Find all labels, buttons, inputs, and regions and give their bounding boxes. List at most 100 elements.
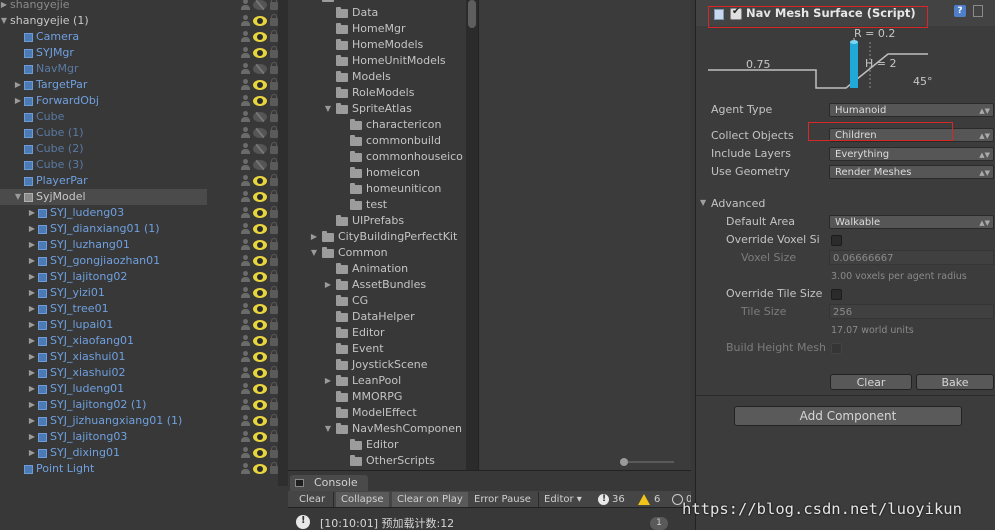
pickable-toggle-icon[interactable] bbox=[240, 367, 250, 379]
clear-navmesh-button[interactable]: Clear bbox=[830, 374, 912, 390]
visibility-eye-icon[interactable] bbox=[253, 368, 267, 378]
hierarchy-row[interactable]: PlayerPar bbox=[0, 173, 278, 189]
chevron-down-icon[interactable]: ▼ bbox=[323, 101, 333, 117]
visibility-eye-icon[interactable] bbox=[253, 384, 267, 394]
hierarchy-row[interactable]: Cube (2) bbox=[0, 141, 278, 157]
visibility-eye-icon[interactable] bbox=[253, 240, 267, 250]
project-tree-scroll-thumb[interactable] bbox=[468, 0, 476, 28]
visibility-eye-icon[interactable] bbox=[253, 352, 267, 362]
chevron-down-icon[interactable]: ▼ bbox=[13, 189, 23, 205]
hierarchy-row[interactable]: ▶ SYJ_dixing01 bbox=[0, 445, 278, 461]
pickable-toggle-icon[interactable] bbox=[240, 191, 250, 203]
console-log-entry[interactable]: [10:10:01] 预加载计数:12 1 bbox=[288, 512, 691, 530]
chevron-right-icon[interactable]: ▶ bbox=[27, 333, 37, 349]
chevron-right-icon[interactable]: ▶ bbox=[27, 237, 37, 253]
project-content-area[interactable] bbox=[478, 0, 691, 470]
chevron-right-icon[interactable]: ▶ bbox=[27, 205, 37, 221]
chevron-right-icon[interactable]: ▶ bbox=[27, 221, 37, 237]
lock-icon[interactable] bbox=[270, 46, 278, 58]
visibility-eye-icon[interactable] bbox=[253, 112, 267, 122]
lock-icon[interactable] bbox=[270, 110, 278, 122]
pickable-toggle-icon[interactable] bbox=[240, 431, 250, 443]
lock-icon[interactable] bbox=[270, 78, 278, 90]
hierarchy-row[interactable]: ▶ TargetPar bbox=[0, 77, 278, 93]
pickable-toggle-icon[interactable] bbox=[240, 31, 250, 43]
chevron-down-icon[interactable]: ▼ bbox=[0, 13, 9, 29]
hierarchy-row[interactable]: SYJMgr bbox=[0, 45, 278, 61]
pickable-toggle-icon[interactable] bbox=[240, 127, 250, 139]
hierarchy-row[interactable]: ▶ SYJ_lajitong02 bbox=[0, 269, 278, 285]
console-clear-button[interactable]: Clear bbox=[294, 492, 330, 507]
visibility-eye-icon[interactable] bbox=[253, 464, 267, 474]
visibility-eye-icon[interactable] bbox=[253, 192, 267, 202]
chevron-right-icon[interactable]: ▶ bbox=[27, 269, 37, 285]
hierarchy-scrollbar[interactable] bbox=[278, 0, 288, 486]
default-area-dropdown[interactable]: Walkable ▲▼ bbox=[829, 215, 994, 229]
pickable-toggle-icon[interactable] bbox=[240, 255, 250, 267]
chevron-down-icon[interactable]: ▼ bbox=[700, 198, 710, 207]
pickable-toggle-icon[interactable] bbox=[240, 47, 250, 59]
use-geometry-dropdown[interactable]: Render Meshes ▲▼ bbox=[829, 165, 994, 179]
console-editor-dropdown[interactable]: Editor ▾ bbox=[539, 492, 587, 507]
chevron-right-icon[interactable]: ▶ bbox=[323, 373, 333, 389]
pickable-toggle-icon[interactable] bbox=[240, 383, 250, 395]
pickable-toggle-icon[interactable] bbox=[240, 287, 250, 299]
asset-zoom-slider[interactable] bbox=[620, 458, 676, 466]
pickable-toggle-icon[interactable] bbox=[240, 271, 250, 283]
chevron-right-icon[interactable]: ▶ bbox=[13, 77, 23, 93]
lock-icon[interactable] bbox=[270, 14, 278, 26]
agent-type-dropdown[interactable]: Humanoid ▲▼ bbox=[829, 103, 994, 117]
include-layers-dropdown[interactable]: Everything ▲▼ bbox=[829, 147, 994, 161]
hierarchy-row[interactable]: Cube bbox=[0, 109, 278, 125]
chevron-right-icon[interactable]: ▶ bbox=[0, 0, 9, 13]
hierarchy-row[interactable]: ▶ SYJ_lajitong02 (1) bbox=[0, 397, 278, 413]
pickable-toggle-icon[interactable] bbox=[240, 143, 250, 155]
chevron-right-icon[interactable]: ▶ bbox=[27, 429, 37, 445]
pickable-toggle-icon[interactable] bbox=[240, 239, 250, 251]
pickable-toggle-icon[interactable] bbox=[240, 79, 250, 91]
chevron-down-icon[interactable]: ▼ bbox=[309, 245, 319, 261]
hierarchy-row[interactable]: Cube (3) bbox=[0, 157, 278, 173]
chevron-right-icon[interactable]: ▶ bbox=[13, 93, 23, 109]
warning-count-toggle[interactable]: 6 bbox=[638, 492, 664, 507]
visibility-eye-icon[interactable] bbox=[253, 0, 267, 10]
lock-icon[interactable] bbox=[270, 366, 278, 378]
console-clear-on-play-button[interactable]: Clear on Play bbox=[392, 492, 468, 507]
override-voxel-size-checkbox[interactable] bbox=[831, 235, 842, 246]
hierarchy-row[interactable]: ▼ SyjModel bbox=[0, 189, 278, 205]
hierarchy-row[interactable]: Point Light bbox=[0, 461, 278, 477]
advanced-foldout[interactable]: Advanced bbox=[711, 197, 765, 210]
visibility-eye-icon[interactable] bbox=[253, 128, 267, 138]
pickable-toggle-icon[interactable] bbox=[240, 447, 250, 459]
lock-icon[interactable] bbox=[270, 414, 278, 426]
pickable-toggle-icon[interactable] bbox=[240, 175, 250, 187]
chevron-right-icon[interactable]: ▶ bbox=[27, 397, 37, 413]
bake-navmesh-button[interactable]: Bake bbox=[916, 374, 994, 390]
lock-icon[interactable] bbox=[270, 190, 278, 202]
lock-icon[interactable] bbox=[270, 0, 278, 10]
lock-icon[interactable] bbox=[270, 462, 278, 474]
visibility-eye-icon[interactable] bbox=[253, 432, 267, 442]
chevron-right-icon[interactable]: ▶ bbox=[27, 301, 37, 317]
pickable-toggle-icon[interactable] bbox=[240, 415, 250, 427]
pickable-toggle-icon[interactable] bbox=[240, 63, 250, 75]
chevron-right-icon[interactable]: ▶ bbox=[27, 445, 37, 461]
pickable-toggle-icon[interactable] bbox=[240, 319, 250, 331]
hierarchy-row[interactable]: ▶ SYJ_gongjiaozhan01 bbox=[0, 253, 278, 269]
lock-icon[interactable] bbox=[270, 430, 278, 442]
chevron-right-icon[interactable]: ▶ bbox=[309, 229, 319, 245]
lock-icon[interactable] bbox=[270, 142, 278, 154]
hierarchy-row[interactable]: ▶ SYJ_yizi01 bbox=[0, 285, 278, 301]
lock-icon[interactable] bbox=[270, 334, 278, 346]
visibility-eye-icon[interactable] bbox=[253, 16, 267, 26]
lock-icon[interactable] bbox=[270, 254, 278, 266]
log-count-toggle[interactable]: 36 bbox=[598, 492, 632, 507]
hierarchy-row[interactable]: ▶ SYJ_jizhuangxiang01 (1) bbox=[0, 413, 278, 429]
hierarchy-row[interactable]: Cube (1) bbox=[0, 125, 278, 141]
visibility-eye-icon[interactable] bbox=[253, 416, 267, 426]
lock-icon[interactable] bbox=[270, 318, 278, 330]
hierarchy-row[interactable]: ▶ SYJ_luzhang01 bbox=[0, 237, 278, 253]
chevron-right-icon[interactable]: ▶ bbox=[27, 285, 37, 301]
chevron-right-icon[interactable]: ▶ bbox=[27, 317, 37, 333]
visibility-eye-icon[interactable] bbox=[253, 272, 267, 282]
